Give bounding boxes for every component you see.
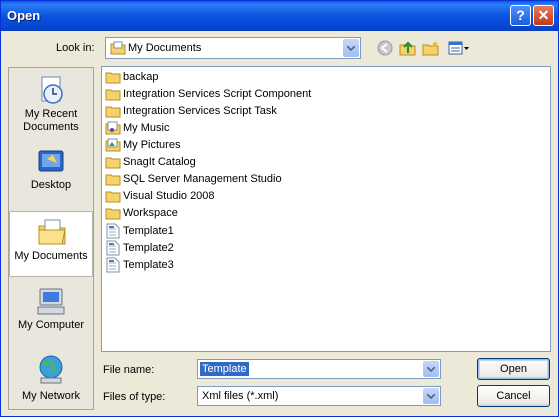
places-bar: My Recent Documents Desktop My Documents… — [8, 67, 94, 410]
place-my-recent-documents[interactable]: My Recent Documents — [9, 70, 93, 136]
xml-file-icon — [105, 240, 121, 256]
chevron-down-icon[interactable] — [423, 388, 439, 404]
up-folder-icon[interactable] — [398, 39, 418, 57]
list-item[interactable]: My Music — [105, 120, 169, 136]
list-item[interactable]: SQL Server Management Studio — [105, 171, 282, 187]
my-computer-icon — [35, 285, 67, 317]
open-dialog: Open ? ✕ Look in: My Documents My Recent… — [0, 0, 559, 417]
xml-file-icon — [105, 223, 121, 239]
title-bar[interactable]: Open ? ✕ — [1, 1, 558, 31]
list-item[interactable]: My Pictures — [105, 137, 180, 153]
file-name-value: Template — [200, 362, 249, 376]
music-folder-icon — [105, 120, 121, 136]
look-in-label: Look in: — [56, 42, 95, 54]
help-button[interactable]: ? — [510, 5, 531, 26]
file-type-dropdown[interactable]: Xml files (*.xml) — [197, 386, 441, 406]
place-label: My Recent Documents — [23, 108, 79, 133]
place-my-network[interactable]: My Network — [9, 350, 93, 416]
views-menu-icon[interactable] — [447, 39, 471, 57]
file-type-label: Files of type: — [103, 391, 166, 403]
folder-icon — [105, 171, 121, 187]
folder-icon — [105, 205, 121, 221]
file-name-input[interactable]: Template — [197, 359, 441, 379]
back-icon[interactable] — [375, 39, 395, 57]
list-item[interactable]: Template3 — [105, 257, 174, 273]
cancel-button[interactable]: Cancel — [477, 385, 550, 407]
desktop-icon — [35, 145, 67, 177]
folder-icon — [105, 154, 121, 170]
my-network-icon — [35, 354, 67, 386]
place-label: Desktop — [30, 179, 72, 191]
list-item[interactable]: Visual Studio 2008 — [105, 188, 215, 204]
folder-icon — [105, 86, 121, 102]
folder-icon — [105, 69, 121, 85]
list-item[interactable]: backap — [105, 69, 158, 85]
list-item[interactable]: SnagIt Catalog — [105, 154, 196, 170]
list-item[interactable]: Template1 — [105, 223, 174, 239]
my-documents-icon — [36, 216, 68, 248]
chevron-down-icon[interactable] — [423, 361, 439, 377]
file-type-value: Xml files (*.xml) — [202, 390, 279, 402]
xml-file-icon — [105, 257, 121, 273]
folder-icon — [105, 103, 121, 119]
place-desktop[interactable]: Desktop — [9, 141, 93, 207]
place-my-documents[interactable]: My Documents — [9, 211, 93, 277]
file-list[interactable]: backap Integration Services Script Compo… — [101, 66, 551, 352]
my-documents-icon — [110, 41, 126, 58]
folder-icon — [105, 188, 121, 204]
place-label: My Documents — [14, 250, 88, 262]
list-item[interactable]: Integration Services Script Component — [105, 86, 311, 102]
open-button[interactable]: Open — [477, 358, 550, 380]
list-item[interactable]: Template2 — [105, 240, 174, 256]
list-item[interactable]: Workspace — [105, 205, 178, 221]
close-button[interactable]: ✕ — [533, 5, 554, 26]
list-item[interactable]: Integration Services Script Task — [105, 103, 277, 119]
pictures-folder-icon — [105, 137, 121, 153]
file-name-label: File name: — [103, 364, 155, 376]
place-label: My Network — [21, 390, 81, 402]
place-my-computer[interactable]: My Computer — [9, 281, 93, 347]
place-label: My Computer — [17, 319, 85, 331]
recent-documents-icon — [35, 74, 67, 106]
chevron-down-icon[interactable] — [343, 39, 359, 57]
look-in-dropdown[interactable]: My Documents — [105, 37, 361, 59]
new-folder-icon[interactable] — [421, 39, 441, 57]
dialog-title: Open — [7, 8, 41, 23]
look-in-value: My Documents — [128, 42, 202, 54]
